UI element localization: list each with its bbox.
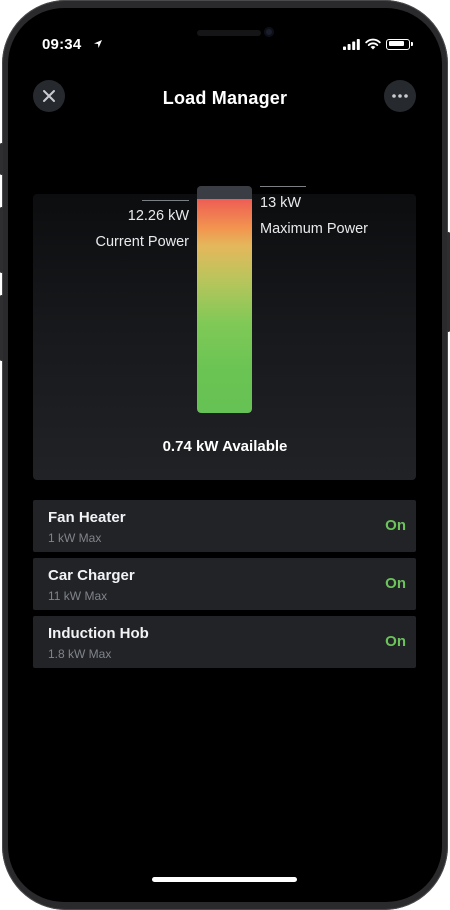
status-time: 09:34 <box>42 36 82 53</box>
device-row-car-charger[interactable]: Car Charger 11 kW Max On <box>33 558 416 610</box>
power-bar-fill <box>197 198 252 413</box>
device-max: 11 kW Max <box>48 589 108 603</box>
device-row-fan-heater[interactable]: Fan Heater 1 kW Max On <box>33 500 416 552</box>
device-state-toggle[interactable]: On <box>385 517 406 534</box>
current-power-value: 12.26 kW <box>127 208 189 224</box>
page-title: Load Manager <box>162 88 288 108</box>
device-state-toggle[interactable]: On <box>385 633 406 650</box>
current-power-label: Current Power <box>95 234 189 250</box>
current-power-marker <box>142 200 189 201</box>
more-icon <box>392 94 408 98</box>
available-power: 0.74 kW Available <box>162 438 288 455</box>
location-arrow-icon <box>94 40 102 48</box>
device-name: Car Charger <box>48 567 135 584</box>
device-name: Induction Hob <box>48 625 149 642</box>
device-max: 1.8 kW Max <box>48 647 112 661</box>
battery-icon <box>386 38 413 50</box>
device-max: 1 kW Max <box>48 531 102 545</box>
device-name: Fan Heater <box>48 509 126 526</box>
wifi-icon <box>365 38 381 50</box>
max-power-value: 13 kW <box>260 195 302 211</box>
more-button[interactable] <box>384 80 416 112</box>
front-camera <box>264 27 274 37</box>
power-bar-track <box>197 186 252 413</box>
signal-icon <box>343 38 360 50</box>
device-row-induction-hob[interactable]: Induction Hob 1.8 kW Max On <box>33 616 416 668</box>
max-power-marker <box>260 186 306 187</box>
max-power-label: Maximum Power <box>260 221 368 237</box>
speaker-grille <box>197 30 261 36</box>
mute-switch <box>0 143 3 175</box>
volume-up-button <box>0 207 3 273</box>
status-icons <box>343 38 413 50</box>
device-state-toggle[interactable]: On <box>385 575 406 592</box>
home-indicator[interactable] <box>152 877 297 882</box>
volume-down-button <box>0 295 3 361</box>
